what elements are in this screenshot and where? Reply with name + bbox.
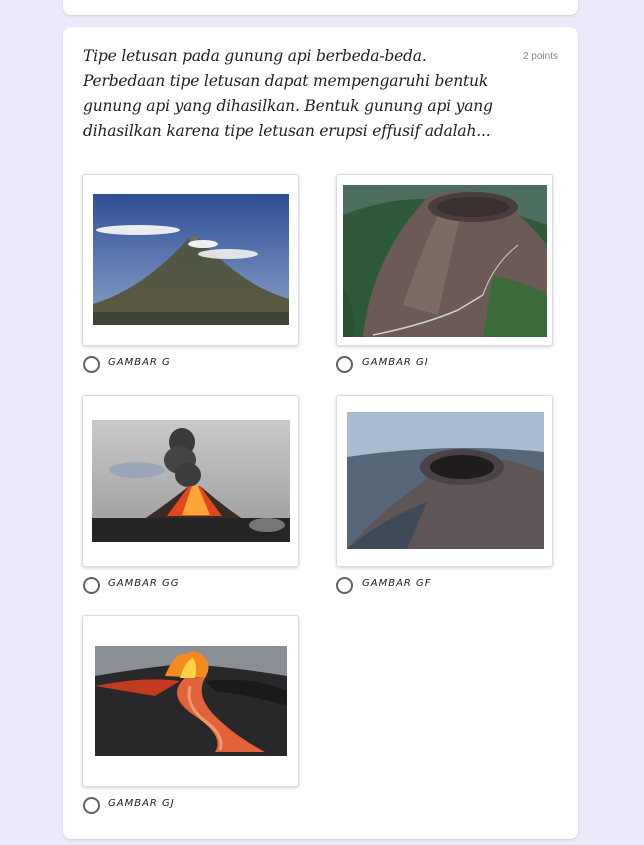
- previous-question-card: [63, 0, 578, 15]
- option-image-gg[interactable]: [82, 395, 299, 567]
- option-label-gg[interactable]: GAMBAR GG: [108, 578, 180, 589]
- dormant-crater-photo: [347, 412, 544, 549]
- option-label-gi[interactable]: GAMBAR GI: [362, 357, 429, 368]
- option-label-gf[interactable]: GAMBAR GF: [362, 578, 432, 589]
- radio-option-gg[interactable]: [83, 577, 100, 594]
- option-image-gi[interactable]: [336, 174, 553, 346]
- crater-aerial-photo: [343, 185, 547, 337]
- question-text: Tipe letusan pada gunung api berbeda-bed…: [83, 47, 493, 140]
- lava-flow-photo: [95, 646, 287, 756]
- points-label: 2 points: [522, 51, 558, 62]
- eruption-photo: [92, 420, 290, 542]
- radio-option-gj[interactable]: [83, 797, 100, 814]
- option-image-g[interactable]: [82, 174, 299, 346]
- option-image-gf[interactable]: [336, 395, 553, 567]
- radio-option-g[interactable]: [83, 356, 100, 373]
- option-image-gj[interactable]: [82, 615, 299, 787]
- radio-option-gf[interactable]: [336, 577, 353, 594]
- option-label-g[interactable]: GAMBAR G: [108, 357, 171, 368]
- radio-option-gi[interactable]: [336, 356, 353, 373]
- stratovolcano-photo: [93, 194, 289, 325]
- option-label-gj[interactable]: GAMBAR GJ: [108, 798, 175, 809]
- question-card: Tipe letusan pada gunung api berbeda-bed…: [63, 27, 578, 839]
